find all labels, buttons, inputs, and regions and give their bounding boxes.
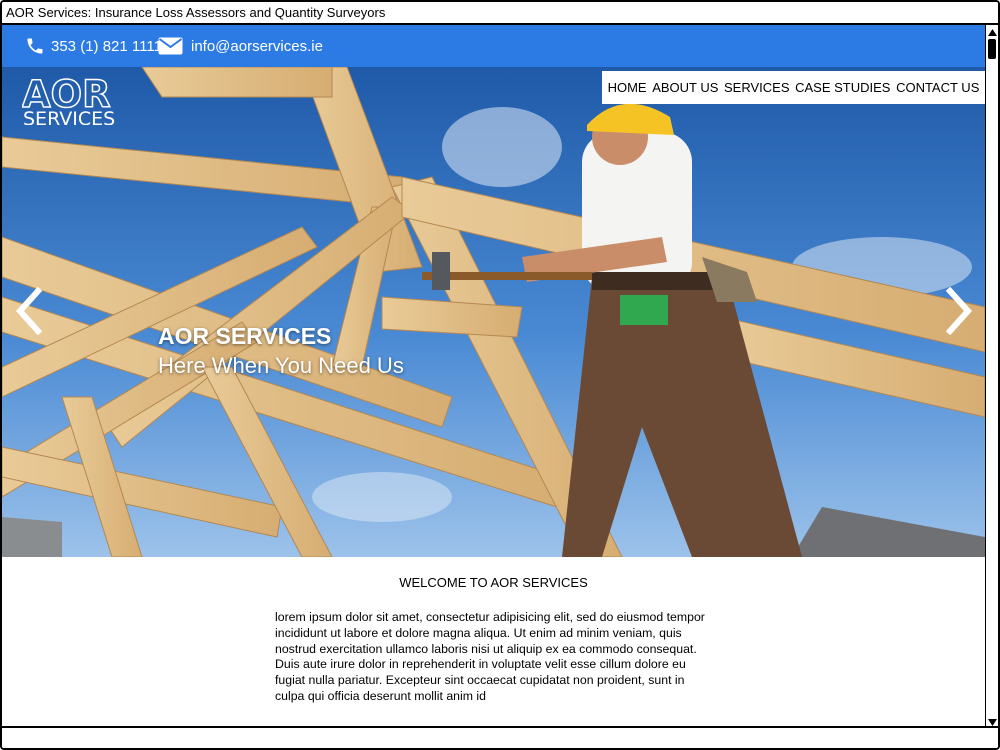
email-contact[interactable]: info@aorservices.ie (158, 25, 323, 67)
logo-mark: AOR SERVICES (21, 72, 115, 130)
phone-number: 353 (1) 821 1111 (51, 37, 162, 55)
scroll-down-button[interactable] (986, 715, 998, 726)
hero-image (2, 67, 985, 557)
welcome-section: WELCOME TO AOR SERVICES lorem ipsum dolo… (2, 557, 985, 726)
window-titlebar: AOR Services: Insurance Loss Assessors a… (2, 2, 998, 25)
welcome-heading: WELCOME TO AOR SERVICES (399, 575, 588, 590)
email-address: info@aorservices.ie (191, 37, 323, 55)
chevron-right-icon (945, 286, 973, 336)
nav-home[interactable]: HOME (608, 80, 647, 95)
hero-slider: AOR SERVICES HOME ABOUT US SERVICES CASE… (2, 67, 985, 557)
contact-bar: 353 (1) 821 1111 info@aorservices.ie (2, 25, 985, 67)
nav-about-us[interactable]: ABOUT US (652, 80, 718, 95)
phone-icon (25, 36, 45, 56)
nav-case-studies[interactable]: CASE STUDIES (795, 80, 890, 95)
browser-window: AOR Services: Insurance Loss Assessors a… (0, 0, 1000, 750)
scroll-thumb[interactable] (988, 39, 996, 59)
main-nav: HOME ABOUT US SERVICES CASE STUDIES CONT… (602, 71, 985, 104)
nav-contact-us[interactable]: CONTACT US (896, 80, 979, 95)
nav-services[interactable]: SERVICES (724, 80, 790, 95)
slider-next-button[interactable] (942, 286, 976, 336)
welcome-paragraph: lorem ipsum dolor sit amet, consectetur … (275, 610, 705, 703)
triangle-up-icon (988, 29, 997, 36)
slider-prev-button[interactable] (12, 286, 46, 336)
chevron-left-icon (15, 286, 43, 336)
logo[interactable]: AOR SERVICES (21, 72, 152, 130)
envelope-icon (158, 37, 183, 55)
page-viewport: 353 (1) 821 1111 info@aorservices.ie AOR… (2, 25, 985, 726)
scroll-up-button[interactable] (986, 25, 998, 36)
hero-title: AOR SERVICES (158, 323, 332, 349)
window-title: AOR Services: Insurance Loss Assessors a… (6, 5, 386, 20)
hero-subtitle: Here When You Need Us (158, 353, 404, 378)
logo-subtitle: SERVICES (23, 108, 115, 125)
phone-contact[interactable]: 353 (1) 821 1111 (25, 25, 162, 67)
window-status-bar (2, 726, 998, 748)
vertical-scrollbar[interactable] (985, 25, 998, 726)
